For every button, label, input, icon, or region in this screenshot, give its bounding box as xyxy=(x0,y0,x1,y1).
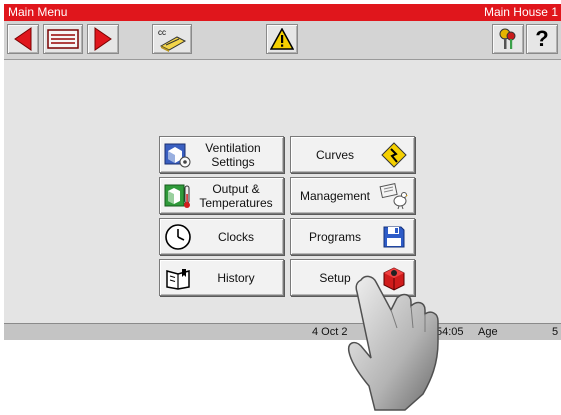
house-name: Main House 1 xyxy=(483,5,558,19)
toolbar: cc ? xyxy=(4,21,561,60)
help-button[interactable]: ? xyxy=(526,24,558,54)
arrow-left-icon xyxy=(14,27,32,51)
output-temperature-icon xyxy=(163,181,193,211)
help-icon: ? xyxy=(535,26,549,51)
ventilation-settings-button[interactable]: Ventilation Settings xyxy=(159,136,284,173)
main-menu-list-button[interactable] xyxy=(43,24,83,54)
list-icon xyxy=(47,29,79,49)
programs-button[interactable]: Programs xyxy=(290,218,415,255)
history-book-icon xyxy=(163,263,193,293)
curves-icon xyxy=(379,140,409,170)
management-label: Management xyxy=(299,188,371,203)
status-age-value: 5 xyxy=(552,326,559,338)
programs-disk-icon xyxy=(379,222,409,252)
keys-button[interactable] xyxy=(492,24,524,54)
programs-label: Programs xyxy=(308,229,361,244)
ventilation-settings-label: Ventilation Settings xyxy=(205,140,261,169)
status-age-label: Age xyxy=(478,326,498,338)
ventilation-icon xyxy=(163,140,193,170)
forward-button[interactable] xyxy=(87,24,119,54)
main-content: Ventilation Settings Curves Output & Tem… xyxy=(4,60,561,320)
title-bar: Main Menu Main House 1 xyxy=(4,4,561,21)
clock-icon xyxy=(163,222,193,252)
output-temperatures-button[interactable]: Output & Temperatures xyxy=(159,177,284,214)
history-label: History xyxy=(217,270,255,285)
controller-screen: Main Menu Main House 1 cc ? Ventilation … xyxy=(4,4,561,340)
cc-card-icon: cc xyxy=(158,28,187,52)
screen-title: Main Menu xyxy=(8,5,68,19)
status-date: 4 Oct 2 xyxy=(312,326,348,338)
alarm-warning-button[interactable] xyxy=(266,24,298,54)
management-icon xyxy=(379,181,409,211)
curves-label: Curves xyxy=(315,147,354,162)
management-button[interactable]: Management xyxy=(290,177,415,214)
pointing-hand-icon xyxy=(347,275,439,411)
clocks-button[interactable]: Clocks xyxy=(159,218,284,255)
cc-card-button[interactable]: cc xyxy=(152,24,192,54)
cc-label: cc xyxy=(158,28,166,37)
history-button[interactable]: History xyxy=(159,259,284,296)
arrow-right-icon xyxy=(94,27,112,51)
status-bar: 4 Oct 2 54:05 Age 5 xyxy=(4,323,561,340)
clocks-label: Clocks xyxy=(217,229,254,244)
output-temperatures-label: Output & Temperatures xyxy=(199,181,273,210)
back-button[interactable] xyxy=(7,24,39,54)
curves-button[interactable]: Curves xyxy=(290,136,415,173)
warning-icon xyxy=(270,28,294,50)
keys-icon xyxy=(499,28,516,49)
